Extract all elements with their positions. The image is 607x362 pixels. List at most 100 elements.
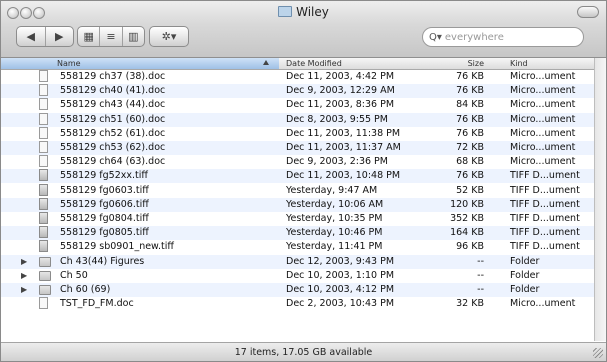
list-item[interactable]: 558129 ch53 (62).doc Dec 11, 2003, 11:37 … <box>1 141 595 155</box>
file-size: -- <box>477 255 484 267</box>
image-file-icon <box>39 183 48 196</box>
file-list: 558129 ch37 (38).doc Dec 11, 2003, 4:42 P… <box>1 70 595 341</box>
file-name: Ch 43(44) Figures <box>60 255 145 267</box>
back-button[interactable]: ◀ <box>17 27 46 46</box>
list-item[interactable]: 558129 fg52xx.tiff Dec 11, 2003, 10:48 PM… <box>1 169 595 184</box>
list-item[interactable]: ▶ Ch 60 (69) Dec 10, 2003, 4:12 PM -- Folder <box>1 283 595 297</box>
action-menu-button[interactable]: ✲▾ <box>149 26 189 47</box>
file-name: 558129 sb0901_new.tiff <box>60 241 174 253</box>
file-size: 120 KB <box>450 198 484 210</box>
status-text: 17 items, 17.05 GB available <box>234 347 373 358</box>
file-name: 558129 fg0804.tiff <box>60 213 149 224</box>
window-title-text: Wiley <box>296 5 329 19</box>
file-kind: Micro...ument <box>510 85 576 97</box>
file-size: 68 KB <box>456 156 484 168</box>
title-bar: Wiley ◀ ▶ ▦ ≡ ▥ ✲▾ Q▾ everywhere <box>1 1 606 58</box>
file-size: 76 KB <box>456 71 484 82</box>
file-size: 32 KB <box>456 298 484 310</box>
file-kind: Folder <box>510 269 540 281</box>
list-item[interactable]: 558129 sb0901_new.tiff Yesterday, 11:41 P… <box>1 240 595 255</box>
file-date: Dec 11, 2003, 11:37 AM <box>286 142 401 153</box>
file-date: Yesterday, 9:47 AM <box>286 184 378 196</box>
file-size: -- <box>477 284 484 295</box>
file-name: 558129 ch40 (41).doc <box>60 85 166 97</box>
folder-icon <box>39 256 51 267</box>
view-mode-control: ▦ ≡ ▥ <box>77 26 145 47</box>
file-size: 76 KB <box>456 85 484 97</box>
name-column-header[interactable]: Name <box>1 58 279 69</box>
file-name: 558129 ch43 (44).doc <box>60 99 166 111</box>
resize-grip-icon[interactable] <box>593 348 603 358</box>
file-kind: Micro...ument <box>510 113 576 125</box>
forward-button[interactable]: ▶ <box>46 27 74 46</box>
finder-window: Wiley ◀ ▶ ▦ ≡ ▥ ✲▾ Q▾ everywhere Name Da… <box>0 0 607 362</box>
file-kind: TIFF D...ument <box>510 184 580 196</box>
search-placeholder: everywhere <box>444 31 504 43</box>
list-item[interactable]: TST_FD_FM.doc Dec 2, 2003, 10:43 PM 32 KB M… <box>1 297 595 312</box>
list-view-button[interactable]: ≡ <box>100 27 123 46</box>
file-kind: Micro...ument <box>510 99 576 111</box>
file-name: 558129 fg0805.tiff <box>60 227 149 239</box>
file-name: 558129 fg0606.tiff <box>60 198 149 210</box>
list-item[interactable]: 558129 ch51 (60).doc Dec 8, 2003, 9:55 PM… <box>1 112 595 127</box>
column-view-button[interactable]: ▥ <box>123 27 144 46</box>
file-kind: Micro...ument <box>510 71 576 82</box>
document-icon <box>39 141 48 153</box>
file-date: Yesterday, 10:46 PM <box>286 227 383 239</box>
list-item[interactable]: 558129 fg0804.tiff Yesterday, 10:35 PM 352… <box>1 212 595 226</box>
file-size: 76 KB <box>456 170 484 182</box>
size-column-header[interactable]: Size <box>446 58 484 69</box>
image-file-icon <box>39 169 48 182</box>
file-name: 558129 ch53 (62).doc <box>60 142 166 153</box>
search-field[interactable]: Q▾ everywhere <box>422 27 584 47</box>
list-item[interactable]: 558129 fg0805.tiff Yesterday, 10:46 PM 164… <box>1 226 595 241</box>
vertical-scrollbar[interactable] <box>594 58 606 341</box>
file-size: 76 KB <box>456 113 484 125</box>
icon-view-button[interactable]: ▦ <box>78 27 101 46</box>
file-size: 84 KB <box>456 99 484 111</box>
list-item[interactable]: ▶ Ch 50 Dec 10, 2003, 1:10 PM -- Folder <box>1 268 595 283</box>
file-kind: Micro...ument <box>510 142 576 153</box>
document-icon <box>39 155 48 168</box>
file-name: Ch 60 (69) <box>60 284 111 295</box>
list-item[interactable]: 558129 ch37 (38).doc Dec 11, 2003, 4:42 P… <box>1 70 595 84</box>
image-file-icon <box>39 197 48 210</box>
file-date: Dec 2, 2003, 10:43 PM <box>286 298 395 310</box>
list-item[interactable]: ▶ Ch 43(44) Figures Dec 12, 2003, 9:43 PM -… <box>1 254 595 269</box>
list-item[interactable]: 558129 ch40 (41).doc Dec 9, 2003, 12:29 A… <box>1 84 595 99</box>
list-item[interactable]: 558129 ch64 (63).doc Dec 9, 2003, 2:36 PM… <box>1 155 595 170</box>
folder-icon <box>39 270 51 281</box>
document-icon <box>39 70 48 82</box>
file-date: Dec 11, 2003, 4:42 PM <box>286 71 395 82</box>
file-size: 352 KB <box>450 213 484 224</box>
disclosure-triangle-icon[interactable]: ▶ <box>21 269 29 283</box>
file-kind: TIFF D...ument <box>510 198 580 210</box>
list-item[interactable]: 558129 ch43 (44).doc Dec 11, 2003, 8:36 P… <box>1 98 595 113</box>
list-item[interactable]: 558129 ch52 (61).doc Dec 11, 2003, 11:38 … <box>1 126 595 141</box>
file-date: Dec 10, 2003, 4:12 PM <box>286 284 395 295</box>
file-date: Yesterday, 10:35 PM <box>286 213 383 224</box>
file-date: Dec 9, 2003, 2:36 PM <box>286 156 388 168</box>
disclosure-triangle-icon[interactable]: ▶ <box>21 255 29 269</box>
disclosure-triangle-icon[interactable]: ▶ <box>21 283 29 297</box>
list-item[interactable]: 558129 fg0606.tiff Yesterday, 10:06 AM 120… <box>1 197 595 212</box>
folder-icon <box>39 285 51 295</box>
file-date: Dec 10, 2003, 1:10 PM <box>286 269 395 281</box>
file-kind: TIFF D...ument <box>510 170 580 182</box>
file-date: Dec 11, 2003, 11:38 PM <box>286 127 401 139</box>
kind-column-header[interactable]: Kind <box>510 58 528 69</box>
document-icon <box>39 297 48 310</box>
file-date: Yesterday, 10:06 AM <box>286 198 384 210</box>
file-kind: Folder <box>510 284 540 295</box>
file-date: Dec 8, 2003, 9:55 PM <box>286 113 388 125</box>
list-item[interactable]: 558129 fg0603.tiff Yesterday, 9:47 AM 52 K… <box>1 183 595 198</box>
file-name: 558129 ch64 (63).doc <box>60 156 166 168</box>
date-column-header[interactable]: Date Modified <box>286 58 342 69</box>
back-forward-control: ◀ ▶ <box>16 26 74 47</box>
toolbar-toggle-button[interactable] <box>577 6 599 18</box>
file-kind: TIFF D...ument <box>510 213 580 224</box>
file-kind: TIFF D...ument <box>510 227 580 239</box>
document-icon <box>39 126 48 139</box>
document-icon <box>39 98 48 111</box>
image-file-icon <box>39 212 48 224</box>
